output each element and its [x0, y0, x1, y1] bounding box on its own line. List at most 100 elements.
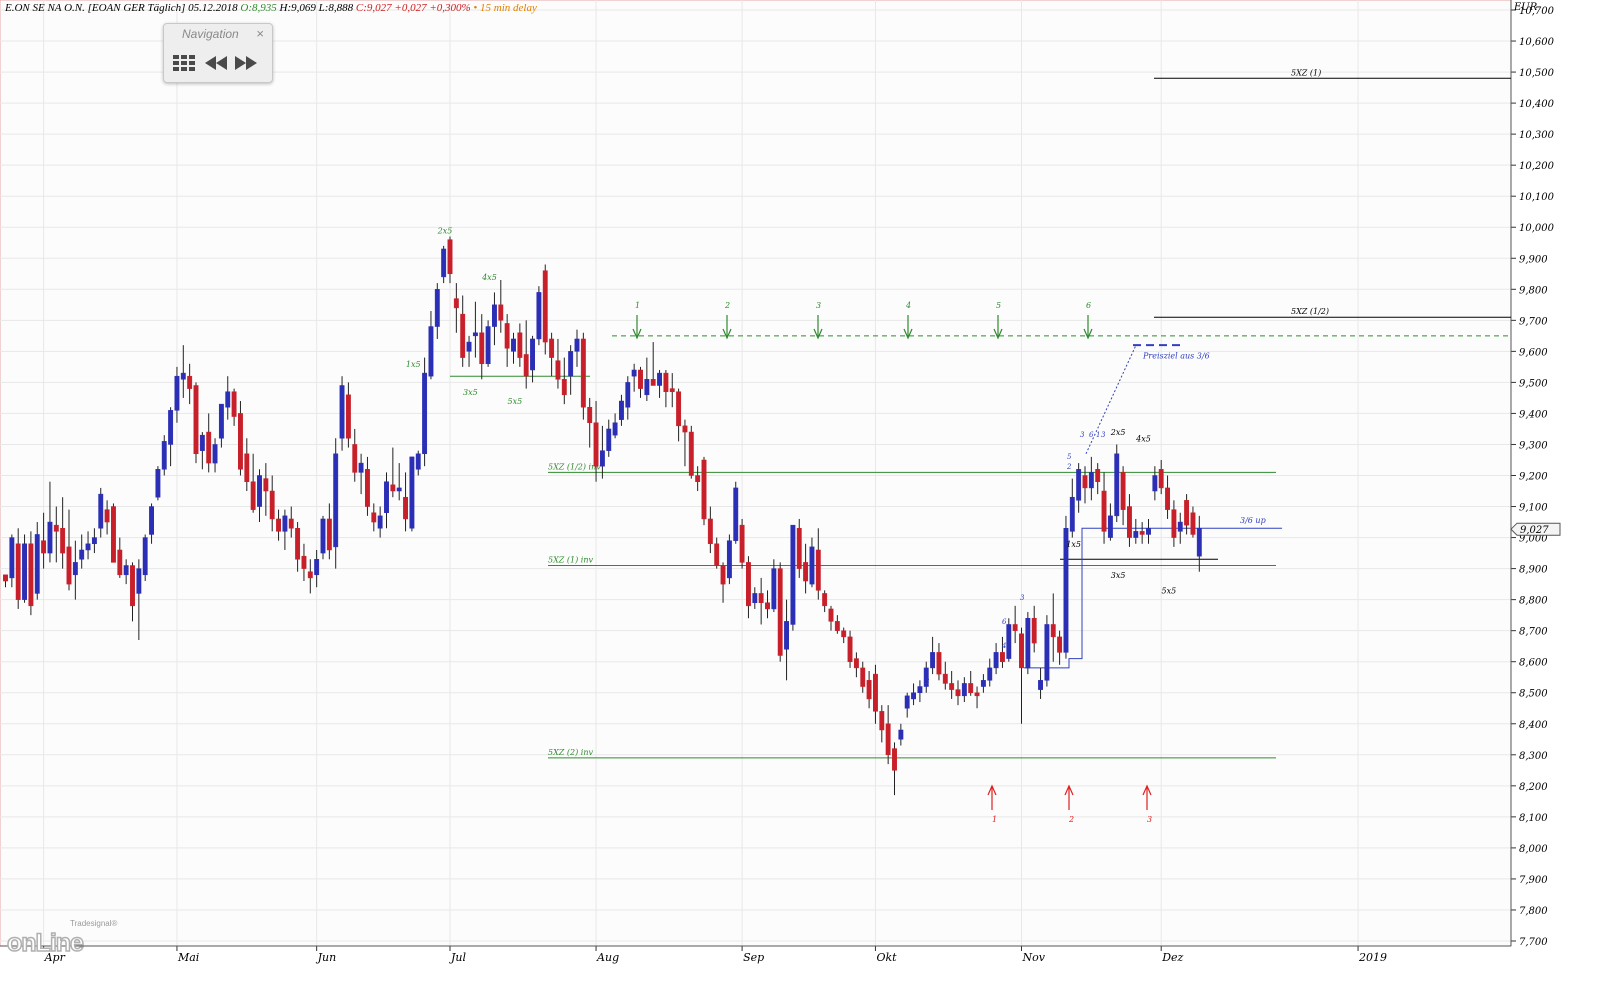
candle-body — [1184, 500, 1190, 526]
x-tick-label: Aug — [596, 951, 619, 964]
green-arrow-label: 5 — [996, 301, 1001, 310]
candle-body — [307, 571, 313, 579]
candle-body — [511, 338, 516, 352]
candle-body — [288, 518, 294, 529]
candle-body — [193, 385, 199, 455]
candle-body — [638, 369, 643, 389]
candle-body — [688, 431, 694, 476]
candle-body — [841, 630, 847, 638]
candle-body — [22, 543, 28, 600]
candle-body — [663, 372, 669, 392]
x-tick-label: Jul — [449, 951, 466, 964]
candle-body — [968, 683, 974, 693]
candle-body — [492, 304, 497, 327]
candle-body — [498, 304, 504, 321]
candle-body — [466, 341, 472, 352]
grid-icon[interactable] — [172, 53, 196, 73]
candle-body — [1050, 624, 1056, 638]
rewind-icon[interactable] — [204, 53, 228, 73]
candle-body — [650, 379, 656, 386]
candle-body — [523, 354, 529, 377]
candle-body — [345, 394, 351, 439]
candle-body — [352, 444, 358, 473]
candle-body — [517, 332, 523, 358]
y-tick-label: 8,900 — [1519, 565, 1548, 576]
candle-body — [790, 524, 796, 625]
candle-body — [784, 621, 789, 650]
candle-body — [993, 652, 999, 669]
annotation-label: 5x5 — [508, 397, 523, 406]
candle-body — [91, 537, 97, 545]
x-tick-label: Okt — [876, 951, 897, 964]
green-arrow-label: 2 — [724, 301, 730, 310]
y-tick-label: 9,900 — [1519, 254, 1548, 265]
candle-body — [555, 360, 561, 380]
candle-body — [949, 683, 955, 690]
candle-body — [9, 537, 15, 579]
candle-body — [333, 453, 339, 548]
price-chart[interactable]: 7,700 7,800 7,900 8,000 8,100 8,200 8,300 8,400… — [0, 0, 1599, 983]
candle-body — [580, 338, 586, 408]
y-tick-label: 9,600 — [1519, 347, 1548, 358]
y-tick-label: 7,900 — [1519, 875, 1548, 886]
candle-body — [955, 689, 961, 697]
candle-body — [1196, 528, 1202, 557]
candle-body — [695, 475, 701, 482]
candle-body — [168, 410, 174, 445]
candle-body — [447, 239, 453, 275]
y-tick-label: 10,500 — [1519, 68, 1555, 79]
x-tick-label: Dez — [1161, 951, 1183, 964]
candle-body — [809, 546, 815, 585]
count-label: 4 — [1001, 642, 1006, 650]
y-tick-label: 10,300 — [1519, 130, 1555, 141]
level-label: 5XZ (1/2) — [1291, 307, 1329, 316]
close-icon[interactable]: × — [256, 26, 264, 41]
count-label: 6 — [1002, 618, 1007, 626]
annotation-label: 4x5 — [1135, 434, 1151, 443]
candle-body — [879, 711, 885, 731]
candle-body — [479, 332, 485, 365]
level-label: 5XZ (1/2) inv — [548, 462, 601, 471]
candle-body — [295, 528, 301, 560]
candle-body — [161, 441, 167, 470]
navigation-panel[interactable]: Navigation × — [163, 23, 273, 83]
annotation-label: 3/6 up — [1240, 516, 1266, 525]
y-tick-label: 8,700 — [1519, 627, 1548, 638]
candle-body — [155, 469, 161, 498]
high-low-values: H:9,069 L:8,888 — [279, 2, 354, 14]
candle-body — [123, 565, 129, 576]
candle-body — [1019, 633, 1024, 669]
candle-body — [422, 372, 428, 455]
candle-body — [180, 372, 186, 380]
chart-title: E.ON SE NA O.N. [EOAN GER Täglich] 05.12… — [5, 2, 238, 14]
candle-body — [530, 338, 535, 371]
candle-body — [828, 608, 834, 622]
annotation-label: 1x5 — [406, 360, 421, 369]
candle-body — [892, 748, 897, 771]
candle-body — [942, 673, 948, 684]
y-tick-label: 8,300 — [1519, 751, 1548, 762]
candle-body — [739, 524, 745, 563]
candle-body — [657, 372, 662, 386]
candle-body — [409, 456, 415, 529]
annotation-label: 5x5 — [1162, 586, 1177, 595]
candle-body — [206, 431, 212, 464]
candle-body — [765, 602, 770, 610]
y-tick-label: 10,600 — [1519, 37, 1555, 48]
candle-body — [987, 667, 993, 681]
candle-body — [15, 543, 21, 600]
y-tick-label: 9,200 — [1519, 472, 1548, 483]
candle-body — [174, 375, 180, 411]
candle-body — [720, 565, 726, 585]
fast-forward-icon[interactable] — [234, 53, 258, 73]
candle-body — [231, 391, 237, 417]
candle-body — [396, 487, 402, 492]
candle-body — [1177, 521, 1183, 532]
candle-body — [1101, 490, 1107, 532]
currency-label: EUR — [1513, 2, 1538, 13]
level-label: 5XZ (1) inv — [548, 555, 593, 564]
candle-body — [917, 686, 923, 693]
logo-text: onLine — [6, 928, 84, 958]
candle-body — [911, 692, 916, 700]
red-arrow-label: 3 — [1147, 815, 1152, 824]
